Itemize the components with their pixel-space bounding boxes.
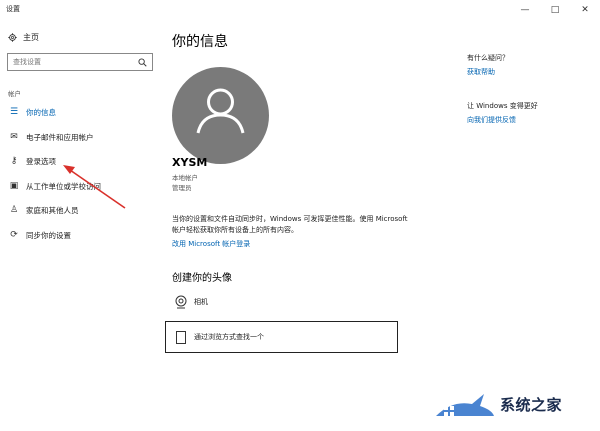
camera-label: 相机 bbox=[194, 298, 208, 306]
account-role: 管理员 bbox=[172, 184, 192, 192]
watermark-logo-icon bbox=[436, 394, 494, 416]
watermark: 系统之家 bbox=[432, 386, 562, 422]
avatar bbox=[172, 67, 269, 164]
account-type: 本地帐户 bbox=[172, 174, 198, 182]
file-icon bbox=[176, 330, 186, 344]
feedback-link[interactable]: 向我们提供反馈 bbox=[467, 115, 516, 125]
camera-icon bbox=[175, 295, 187, 309]
browse-label: 通过浏览方式查找一个 bbox=[194, 333, 264, 341]
username: XYSM bbox=[172, 156, 208, 169]
main-content: 你的信息 XYSM 本地帐户 管理员 当你的设置和文件自动同步时，Windows… bbox=[160, 20, 445, 431]
get-help-link[interactable]: 获取帮助 bbox=[467, 67, 495, 77]
related-panel: 有什么疑问？ 获取帮助 让 Windows 变得更好 向我们提供反馈 bbox=[445, 20, 600, 431]
improve-windows-heading: 让 Windows 变得更好 bbox=[467, 102, 538, 110]
page-title: 你的信息 bbox=[172, 34, 228, 50]
watermark-text: 系统之家 bbox=[500, 395, 563, 414]
browse-for-one-button[interactable]: 通过浏览方式查找一个 bbox=[165, 321, 398, 353]
create-avatar-heading: 创建你的头像 bbox=[172, 273, 232, 284]
question-heading: 有什么疑问？ bbox=[467, 54, 509, 62]
sync-description: 当你的设置和文件自动同步时，Windows 可发挥更佳性能。使用 Microso… bbox=[172, 215, 408, 234]
switch-to-microsoft-account-link[interactable]: 改用 Microsoft 帐户登录 bbox=[172, 239, 250, 249]
camera-option[interactable]: 相机 bbox=[174, 295, 208, 309]
user-silhouette-icon bbox=[196, 88, 245, 134]
